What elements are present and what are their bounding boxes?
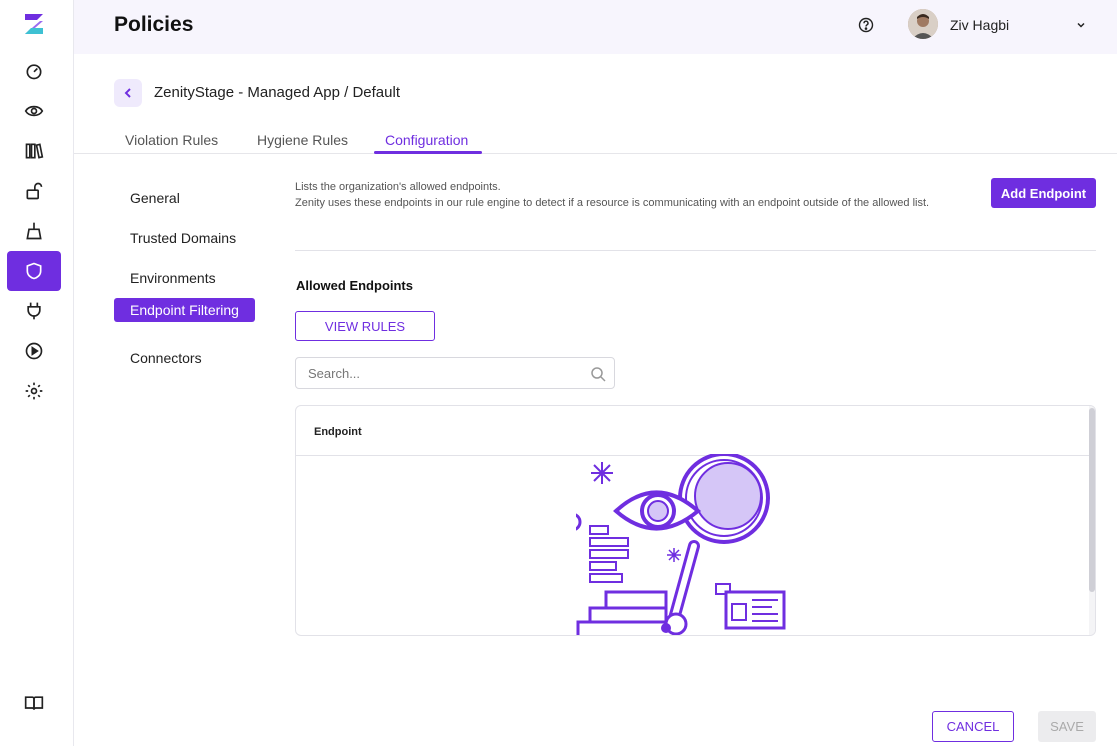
tab-configuration[interactable]: Configuration bbox=[385, 132, 468, 148]
rail-play[interactable] bbox=[7, 331, 61, 371]
eye-icon bbox=[24, 105, 44, 117]
left-rail bbox=[0, 0, 74, 746]
rail-settings[interactable] bbox=[7, 371, 61, 411]
user-name[interactable]: Ziv Hagbi bbox=[950, 17, 1009, 33]
user-avatar[interactable] bbox=[908, 9, 938, 39]
help-icon[interactable] bbox=[858, 17, 874, 33]
plug-icon bbox=[27, 302, 41, 320]
broom-icon bbox=[26, 222, 42, 240]
description-line-2: Zenity uses these endpoints in our rule … bbox=[295, 197, 930, 209]
play-icon bbox=[25, 342, 43, 360]
section-description: Lists the organization's allowed endpoin… bbox=[295, 179, 995, 211]
dashboard-icon bbox=[26, 64, 42, 80]
rail-dashboard[interactable] bbox=[7, 51, 61, 91]
zenity-logo-icon[interactable] bbox=[22, 12, 46, 36]
book-icon bbox=[24, 696, 44, 710]
scrollbar-thumb[interactable] bbox=[1089, 408, 1095, 592]
endpoints-table: Endpoint bbox=[295, 405, 1096, 636]
divider bbox=[295, 250, 1096, 251]
page-title: Policies bbox=[114, 13, 194, 36]
description-line-1: Lists the organization's allowed endpoin… bbox=[295, 181, 501, 193]
breadcrumb: ZenityStage - Managed App / Default bbox=[154, 84, 400, 101]
side-item-general[interactable]: General bbox=[114, 190, 255, 206]
rail-integrations[interactable] bbox=[7, 291, 61, 331]
search-box bbox=[295, 357, 615, 389]
library-icon bbox=[25, 143, 44, 159]
scrollbar-track[interactable] bbox=[1089, 406, 1095, 635]
chevron-left-icon bbox=[124, 88, 131, 98]
shield-icon bbox=[26, 262, 42, 280]
side-item-endpoint-filtering[interactable]: Endpoint Filtering bbox=[114, 298, 255, 322]
gear-icon bbox=[25, 382, 43, 400]
back-button[interactable] bbox=[114, 79, 142, 107]
allowed-endpoints-title: Allowed Endpoints bbox=[296, 278, 413, 293]
side-item-environments[interactable]: Environments bbox=[114, 270, 255, 286]
save-button[interactable]: SAVE bbox=[1038, 711, 1096, 742]
unlock-icon bbox=[26, 182, 43, 200]
top-header: Policies Ziv Hagbi bbox=[74, 0, 1117, 54]
chevron-down-icon[interactable] bbox=[1075, 18, 1087, 30]
rail-unlock[interactable] bbox=[7, 171, 61, 211]
rail-eye[interactable] bbox=[7, 91, 61, 131]
tab-hygiene-rules[interactable]: Hygiene Rules bbox=[257, 132, 348, 148]
view-rules-button[interactable]: VIEW RULES bbox=[295, 311, 435, 341]
rail-policies[interactable] bbox=[7, 251, 61, 291]
search-input[interactable] bbox=[308, 358, 578, 388]
active-tab-indicator bbox=[374, 151, 482, 154]
rail-docs[interactable] bbox=[7, 683, 61, 723]
side-item-trusted-domains[interactable]: Trusted Domains bbox=[114, 230, 255, 246]
column-header-endpoint[interactable]: Endpoint bbox=[296, 406, 1095, 456]
rail-library[interactable] bbox=[7, 131, 61, 171]
tab-violation-rules[interactable]: Violation Rules bbox=[125, 132, 218, 148]
side-item-connectors[interactable]: Connectors bbox=[114, 350, 255, 366]
empty-state-illustration bbox=[576, 454, 786, 635]
add-endpoint-button[interactable]: Add Endpoint bbox=[991, 178, 1096, 208]
tabs-bar: Violation Rules Hygiene Rules Configurat… bbox=[74, 124, 1117, 154]
rail-broom[interactable] bbox=[7, 211, 61, 251]
cancel-button[interactable]: CANCEL bbox=[932, 711, 1014, 742]
search-icon[interactable] bbox=[590, 366, 606, 382]
